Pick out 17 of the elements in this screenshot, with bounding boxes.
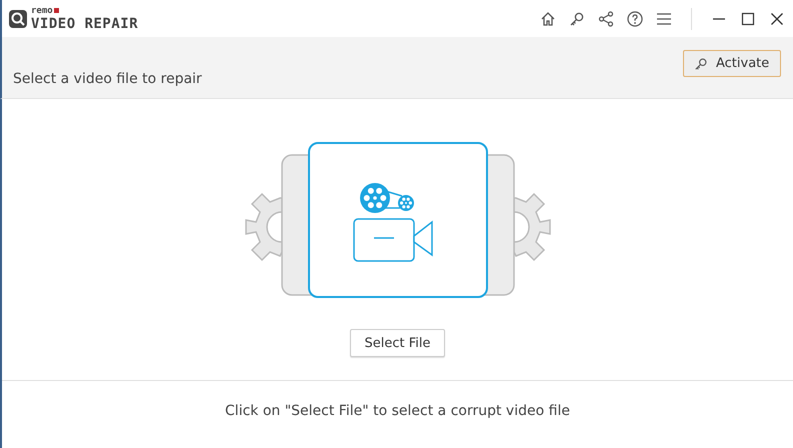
activate-button[interactable]: Activate: [683, 50, 781, 77]
home-icon[interactable]: [540, 10, 556, 26]
share-icon[interactable]: [598, 10, 614, 26]
close-icon[interactable]: [769, 10, 785, 26]
logo-brand: remo: [31, 6, 53, 16]
logo-icon: [8, 8, 28, 28]
logo-product-name: VIDEO REPAIR: [31, 16, 138, 32]
key-icon[interactable]: [569, 10, 585, 26]
help-icon[interactable]: [627, 10, 643, 26]
maximize-icon[interactable]: [740, 10, 756, 26]
menu-icon[interactable]: [656, 10, 672, 26]
video-camera-icon: [352, 183, 432, 262]
hint-text: Click on "Select File" to select a corrupt video file: [225, 403, 570, 419]
key-icon: [694, 56, 708, 70]
instruction-text: Select a video file to repair: [13, 71, 202, 87]
select-file-button[interactable]: Select File: [350, 329, 445, 357]
logo-mark-icon: [54, 8, 59, 13]
